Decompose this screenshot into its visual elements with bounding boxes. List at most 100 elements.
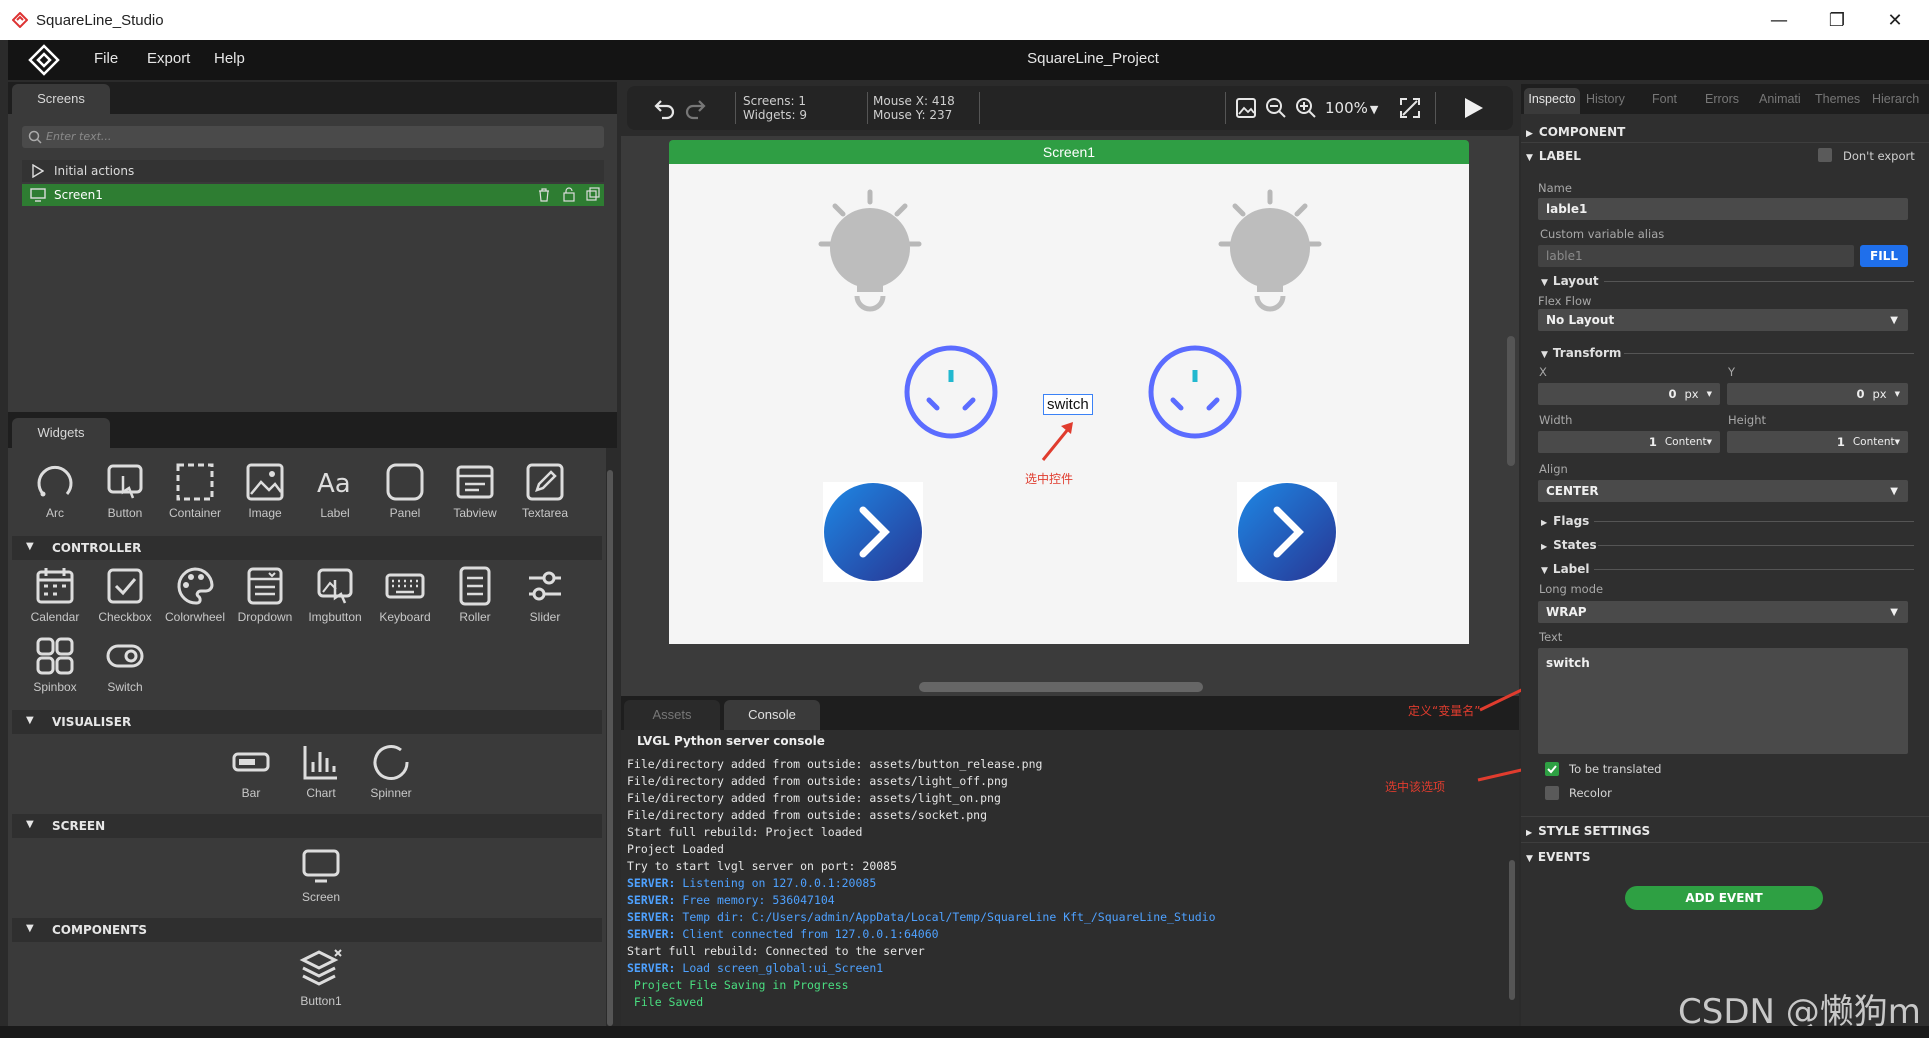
widget-switch[interactable]: Switch	[90, 636, 160, 694]
menu-help[interactable]: Help	[214, 50, 245, 67]
long-mode-dropdown[interactable]: WRAP ▼	[1538, 601, 1908, 623]
socket-icon[interactable]	[903, 344, 999, 440]
section-visualiser[interactable]: ▼ VISUALISER	[12, 710, 602, 734]
tab-inspector[interactable]: Inspecto	[1524, 88, 1580, 114]
tab-hierarchy[interactable]: Hierarch	[1872, 92, 1919, 106]
tab-screens[interactable]: Screens	[12, 84, 110, 114]
widget-screen[interactable]: Screen	[286, 846, 356, 904]
subsection-transform[interactable]: ▼ Transform	[1541, 346, 1621, 360]
zoom-select[interactable]: 100% ▼	[1325, 99, 1378, 117]
screen-preview[interactable]: switch 选中控件	[669, 164, 1469, 644]
fill-button[interactable]: FILL	[1860, 245, 1908, 267]
section-screen[interactable]: ▼ SCREEN	[12, 814, 602, 838]
next-arrow-button[interactable]	[823, 482, 923, 582]
maximize-button[interactable]: ❐	[1808, 4, 1866, 36]
widget-label-widget[interactable]: Aa Label	[300, 462, 370, 520]
background-image-icon[interactable]	[1235, 97, 1257, 119]
tab-animation[interactable]: Animati	[1759, 92, 1801, 106]
alias-input[interactable]: lable1	[1538, 245, 1854, 267]
canvas-horizontal-scrollbar[interactable]	[919, 682, 1203, 692]
tab-errors[interactable]: Errors	[1705, 92, 1739, 106]
canvas-vertical-scrollbar[interactable]	[1507, 336, 1515, 466]
widget-spinbox[interactable]: Spinbox	[20, 636, 90, 694]
fit-screen-icon[interactable]	[1399, 97, 1421, 119]
selected-switch-label[interactable]: switch	[1043, 394, 1093, 415]
widget-textarea[interactable]: Textarea	[510, 462, 580, 520]
screens-search-input[interactable]: Enter text...	[22, 126, 604, 148]
tab-widgets[interactable]: Widgets	[12, 418, 110, 448]
screen-title-bar[interactable]: Screen1	[669, 140, 1469, 164]
align-dropdown[interactable]: CENTER ▼	[1538, 480, 1908, 502]
section-components[interactable]: ▼ COMPONENTS	[12, 918, 602, 942]
widgets-scrollbar[interactable]	[607, 470, 613, 1026]
subsection-states[interactable]: ▶ States	[1541, 538, 1597, 552]
delete-icon[interactable]	[538, 188, 550, 202]
section-label[interactable]: ▼ LABEL	[1526, 149, 1581, 163]
width-input[interactable]: 1 Content ▼	[1538, 431, 1720, 453]
section-style-settings[interactable]: ▶ STYLE SETTINGS	[1526, 824, 1650, 838]
section-component[interactable]: ▶ COMPONENT	[1526, 125, 1625, 139]
unit-dropdown-icon[interactable]: ▼	[1895, 438, 1900, 446]
subsection-flags[interactable]: ▶ Flags	[1541, 514, 1589, 528]
name-input[interactable]: lable1	[1538, 198, 1908, 220]
zoom-out-icon[interactable]	[1265, 97, 1287, 119]
tab-console[interactable]: Console	[724, 700, 820, 730]
flex-flow-dropdown[interactable]: No Layout ▼	[1538, 309, 1908, 331]
light-bulb-icon[interactable]	[805, 188, 935, 318]
widget-image[interactable]: Image	[230, 462, 300, 520]
list-item-screen1[interactable]: Screen1	[22, 184, 604, 206]
undo-icon[interactable]	[653, 96, 677, 120]
add-event-button[interactable]: ADD EVENT	[1625, 886, 1823, 910]
toolbar-separator	[1225, 92, 1226, 124]
label-text-input[interactable]: switch	[1538, 648, 1908, 754]
widget-container[interactable]: Container	[160, 462, 230, 520]
widget-keyboard[interactable]: Keyboard	[370, 566, 440, 624]
menu-file[interactable]: File	[94, 50, 118, 67]
duplicate-icon[interactable]	[586, 187, 600, 202]
widget-tabview[interactable]: Tabview	[440, 462, 510, 520]
menu-export[interactable]: Export	[147, 50, 190, 67]
to-be-translated-checkbox[interactable]	[1545, 762, 1559, 776]
light-bulb-icon[interactable]	[1205, 188, 1335, 318]
widget-button[interactable]: Button	[90, 462, 160, 520]
section-controller[interactable]: ▼ CONTROLLER	[12, 536, 602, 560]
tab-font[interactable]: Font	[1652, 92, 1677, 106]
widget-dropdown[interactable]: Dropdown	[230, 566, 300, 624]
recolor-checkbox[interactable]	[1545, 786, 1559, 800]
tab-history[interactable]: History	[1586, 92, 1625, 106]
section-events[interactable]: ▼ EVENTS	[1526, 850, 1590, 864]
unit-dropdown-icon[interactable]: ▼	[1707, 390, 1712, 398]
unit-dropdown-icon[interactable]: ▼	[1895, 390, 1900, 398]
widget-colorwheel[interactable]: Colorwheel	[160, 566, 230, 624]
widget-roller[interactable]: Roller	[440, 566, 510, 624]
widget-imgbutton[interactable]: Imgbutton	[300, 566, 370, 624]
widget-bar[interactable]: Bar	[216, 742, 286, 800]
y-input[interactable]: 0 px ▼	[1727, 383, 1908, 405]
widget-checkbox[interactable]: Checkbox	[90, 566, 160, 624]
minimize-button[interactable]: —	[1750, 4, 1808, 36]
unit-dropdown-icon[interactable]: ▼	[1707, 438, 1712, 446]
component-button1[interactable]: Button1	[286, 948, 356, 1008]
height-input[interactable]: 1 Content ▼	[1727, 431, 1908, 453]
zoom-in-icon[interactable]	[1295, 97, 1317, 119]
widget-spinner[interactable]: Spinner	[356, 742, 426, 800]
lock-icon[interactable]	[562, 187, 576, 202]
console-scrollbar[interactable]	[1509, 860, 1515, 1000]
tab-themes[interactable]: Themes	[1815, 92, 1860, 106]
dont-export-checkbox[interactable]	[1818, 148, 1832, 162]
subsection-layout[interactable]: ▼ Layout	[1541, 274, 1599, 288]
play-icon[interactable]	[1461, 96, 1485, 120]
tab-assets[interactable]: Assets	[624, 700, 720, 730]
subsection-label[interactable]: ▼ Label	[1541, 562, 1590, 576]
widget-chart[interactable]: Chart	[286, 742, 356, 800]
widget-calendar[interactable]: Calendar	[20, 566, 90, 624]
x-input[interactable]: 0 px ▼	[1538, 383, 1720, 405]
socket-icon[interactable]	[1147, 344, 1243, 440]
widget-arc[interactable]: Arc	[20, 462, 90, 520]
next-arrow-button[interactable]	[1237, 482, 1337, 582]
redo-icon[interactable]	[683, 96, 707, 120]
close-button[interactable]: ✕	[1866, 4, 1924, 36]
widget-slider[interactable]: Slider	[510, 566, 580, 624]
list-item-initial-actions[interactable]: Initial actions	[22, 160, 604, 182]
widget-panel[interactable]: Panel	[370, 462, 440, 520]
